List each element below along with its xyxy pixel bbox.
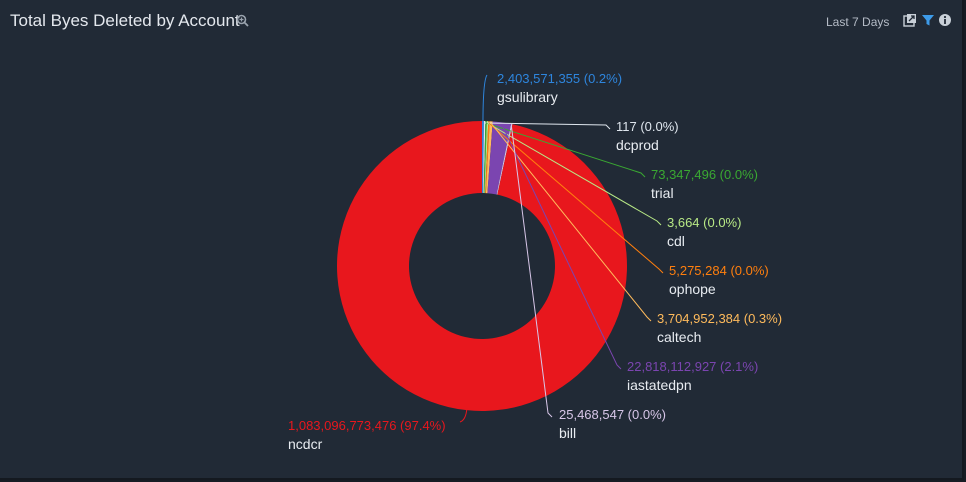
data-label-gsulibrary: 2,403,571,355 (0.2%) (497, 71, 622, 86)
data-label-bill: 25,468,547 (0.0%) (559, 407, 666, 422)
category-label-cdl: cdl (667, 233, 685, 249)
data-label-ophope: 5,275,284 (0.0%) (669, 263, 769, 278)
leader-line-ncdcr (459, 408, 468, 423)
category-label-trial: trial (651, 185, 674, 201)
category-label-caltech: caltech (657, 329, 701, 345)
category-label-ncdcr: ncdcr (288, 436, 323, 452)
category-label-bill: bill (559, 425, 576, 441)
slice-ncdcr[interactable] (336, 120, 627, 411)
data-label-cdl: 3,664 (0.0%) (667, 215, 741, 230)
data-label-ncdcr: 1,083,096,773,476 (97.4%) (288, 418, 446, 433)
leader-line-gsulibrary (482, 74, 488, 124)
data-label-trial: 73,347,496 (0.0%) (651, 167, 758, 182)
data-label-dcprod: 117 (0.0%) (616, 119, 679, 134)
donut-chart: 1,083,096,773,476 (97.4%) ncdcr 2,403,571,… (288, 71, 782, 452)
category-label-iastatedpn: iastatedpn (627, 377, 692, 393)
data-label-iastatedpn: 22,818,112,927 (2.1%) (627, 359, 758, 374)
data-label-caltech: 3,704,952,384 (0.3%) (657, 311, 782, 326)
category-label-gsulibrary: gsulibrary (497, 89, 558, 105)
category-label-dcprod: dcprod (616, 137, 659, 153)
category-label-ophope: ophope (669, 281, 716, 297)
